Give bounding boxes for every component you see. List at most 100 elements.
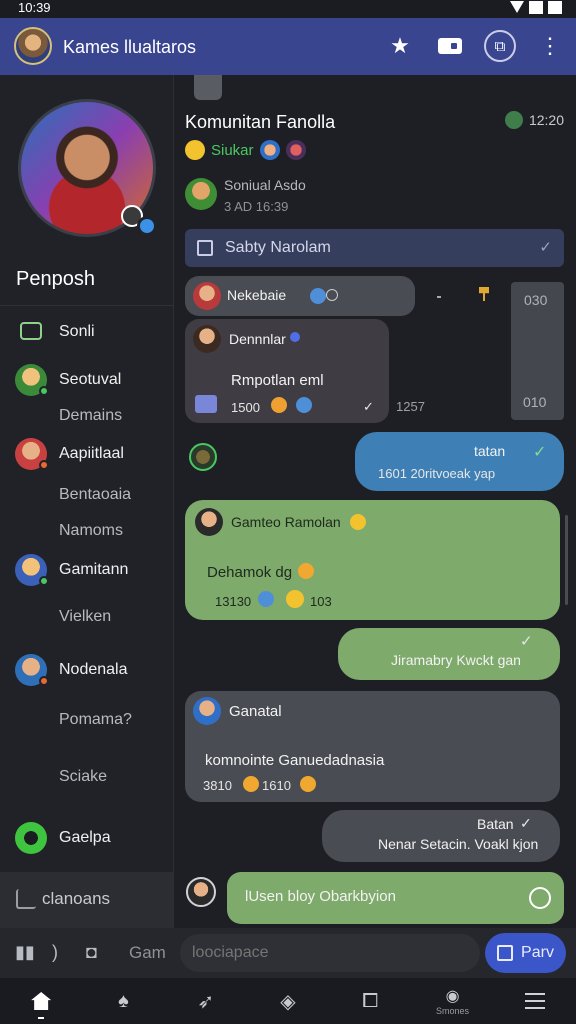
contacts-icon[interactable]: ⧉: [484, 30, 516, 62]
side-panel-bottom: 010: [523, 394, 547, 410]
sidebar-item-label: Gamitann: [59, 561, 129, 578]
message-bubble-outgoing[interactable]: lUsen bloy Obarkbyion: [227, 872, 564, 924]
card-icon[interactable]: [434, 30, 466, 62]
author-avatar: [193, 697, 221, 725]
sidebar-item-seotuval[interactable]: Seotuval: [0, 362, 174, 398]
composer: ▮▮ ) ◘ Gam Parv: [0, 928, 576, 978]
status-dot: [39, 676, 49, 686]
sidebar-footer[interactable]: clanoans: [0, 872, 174, 928]
chat-title: Komunitan Fanolla: [185, 112, 336, 132]
sidebar-item-label: Bentaoaia: [59, 486, 132, 503]
drag-handle[interactable]: [194, 75, 222, 100]
status-bar: 10:39: [0, 0, 576, 18]
online-dot: [290, 332, 300, 342]
chat-panel: Komunitan Fanolla 12:20 Siukar Soniual A…: [174, 75, 576, 928]
author-avatar: [193, 282, 221, 310]
exit-icon: [16, 889, 36, 909]
smile-emoji-icon: [350, 514, 366, 530]
sender-avatar: [186, 877, 216, 907]
profile-name: Penposh: [16, 268, 95, 290]
check-icon: ✓: [363, 399, 374, 414]
sidebar-item-namoms[interactable]: Namoms: [0, 513, 174, 549]
globe-icon: ◉: [445, 988, 460, 1005]
sidebar-item-gaelpa[interactable]: Gaelpa: [0, 820, 174, 856]
member-meta: 3 AD 16:39: [224, 199, 289, 214]
nav-menu[interactable]: [507, 981, 563, 1021]
voice-icon[interactable]: ): [52, 942, 58, 963]
message-time: 1257: [396, 399, 425, 414]
sidebar-item-sciake[interactable]: Sciake: [0, 759, 174, 795]
author-avatar: [193, 325, 221, 353]
message-input[interactable]: [180, 934, 480, 972]
message-author: Nekebaie: [227, 287, 287, 303]
member-avatar[interactable]: [185, 178, 217, 210]
nav-smones[interactable]: ◉ Smones: [425, 981, 481, 1021]
sidebar-item-nodenala[interactable]: Nodenala: [0, 652, 174, 688]
send-button[interactable]: Parv: [485, 933, 566, 973]
message-text: Batan: [477, 816, 514, 832]
smile-emoji-icon: [185, 140, 205, 160]
sidebar-item-aapiitlaal[interactable]: Aapiitlaal: [0, 436, 174, 472]
nav-stats[interactable]: ◈: [260, 981, 316, 1021]
message-author: Dennnlar: [229, 331, 286, 347]
app-avatar[interactable]: [14, 27, 52, 65]
sidebar-item-sonli[interactable]: Sonli: [0, 314, 174, 350]
message-bubble[interactable]: Nekebaie: [185, 276, 415, 316]
status-dot: [39, 460, 49, 470]
share-icon: ⧠: [362, 989, 379, 1012]
message-text: tatan: [474, 443, 506, 459]
message-bubble-outgoing[interactable]: Batan ✓ Nenar Setacin. Voakl kjon: [322, 810, 560, 862]
sidebar-item-bentaoaia[interactable]: Bentaoaia: [0, 477, 174, 513]
nav-share[interactable]: ⧠: [342, 981, 398, 1021]
message-author: Gamteo Ramolan: [231, 514, 341, 530]
sidebar-item-label: Sciake: [59, 768, 108, 785]
member-name: Soniual Asdo: [224, 177, 306, 193]
flag-icon: [479, 287, 489, 301]
message-bubble[interactable]: Gamteo Ramolan Dehamok dg 13130 103: [185, 500, 560, 620]
nav-home[interactable]: [13, 981, 69, 1021]
chart-trend-icon: [20, 322, 42, 340]
message-meta: 3810: [203, 778, 232, 793]
message-bubble[interactable]: Dennnlar Rmpotlan eml 1500 ✓: [185, 319, 389, 423]
sidebar-item-vielken[interactable]: Vielken: [0, 599, 174, 635]
message-bubble-outgoing[interactable]: tatan ✓ 1601 20ritvoeak yap: [355, 432, 564, 491]
camera-icon[interactable]: ◘: [86, 942, 97, 963]
nav-explore[interactable]: ➶: [178, 981, 234, 1021]
pinned-label: Sabty Narolam: [225, 239, 331, 256]
message-bubble-outgoing[interactable]: ✓ Jiramabry Kwckt gan: [338, 628, 560, 680]
more-vertical-icon[interactable]: ⋮: [534, 30, 566, 62]
clock-icon: [326, 289, 338, 301]
message-text: komnointe Ganuedadnasia: [205, 752, 385, 769]
message-text: lUsen bloy Obarkbyion: [245, 888, 396, 905]
sidebar-item-demains[interactable]: Demains: [0, 398, 174, 434]
coin-emoji-icon: [286, 590, 304, 608]
message-text: Jiramabry Kwckt gan: [391, 652, 521, 668]
check-icon: ✓: [539, 239, 552, 256]
send-icon: [497, 945, 514, 961]
dot-icon: [437, 296, 441, 298]
app-title: Kames llualtaros: [63, 37, 197, 57]
sidebar-item-pomama[interactable]: Pomama?: [0, 702, 174, 738]
sidebar: Penposh Sonli Seotuval Demains Aapiitlaa…: [0, 75, 174, 928]
sender-avatar: [189, 443, 217, 471]
chat-time: 12:20: [504, 111, 564, 129]
chat-subtitle-label: Siukar: [211, 141, 254, 159]
tree-icon: ♠: [118, 989, 129, 1012]
crown-emoji-icon: [300, 776, 316, 792]
message-count: 103: [310, 594, 332, 609]
pinned-message[interactable]: Sabty Narolam ✓: [185, 229, 564, 267]
smile-emoji-icon: [258, 591, 274, 607]
bars-icon[interactable]: ▮▮: [15, 942, 35, 963]
message-bubble[interactable]: Ganatal komnointe Ganuedadnasia 3810 161…: [185, 691, 560, 802]
sidebar-item-gamitann[interactable]: Gamitann: [0, 552, 174, 588]
fire-emoji-icon: [271, 397, 287, 413]
message-meta: 1610: [262, 778, 291, 793]
check-circle-icon: [529, 887, 551, 909]
nav-tree[interactable]: ♠: [95, 981, 151, 1021]
game-label[interactable]: Gam: [129, 943, 166, 963]
sidebar-item-label: Demains: [59, 407, 123, 424]
message-meta: 1601 20ritvoeak yap: [378, 466, 496, 481]
member-avatar-icon: [259, 140, 280, 160]
star-icon[interactable]: ★: [384, 30, 416, 62]
scrollbar[interactable]: [565, 515, 568, 605]
